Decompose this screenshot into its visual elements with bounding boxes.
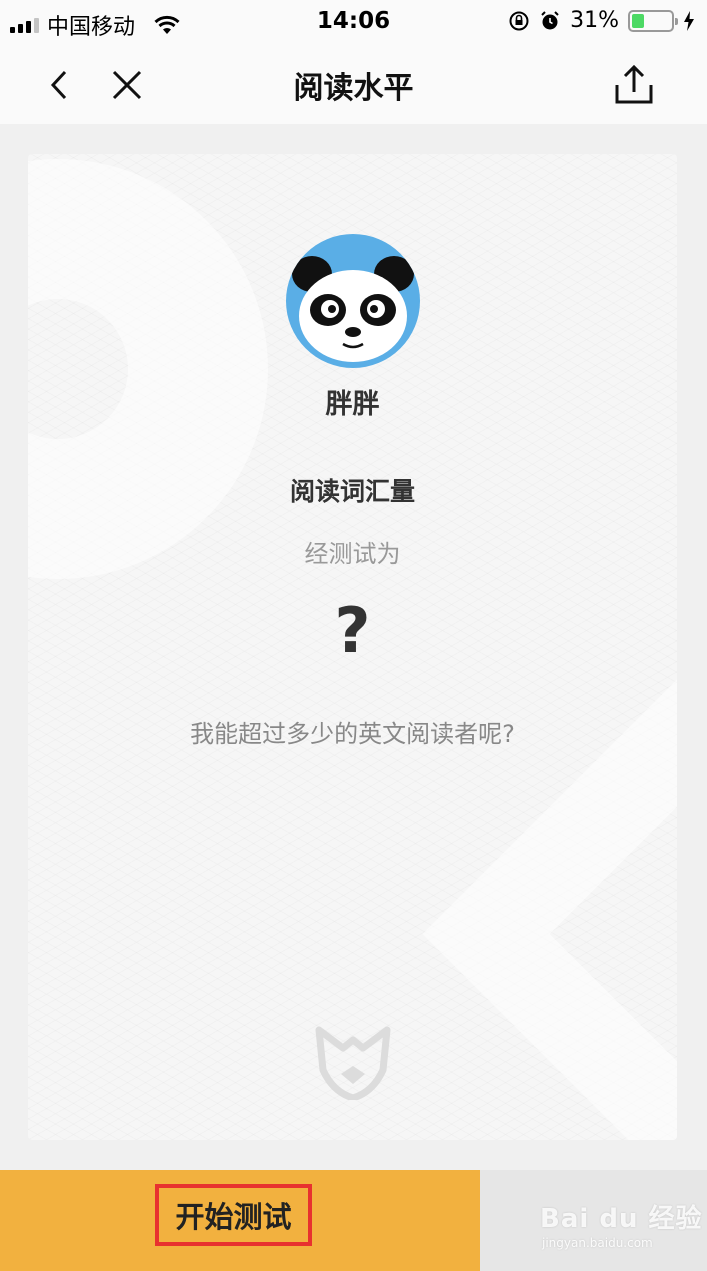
secondary-area: Bai du 经验 jingyan.baidu.com bbox=[480, 1170, 707, 1271]
battery-level-fill bbox=[632, 13, 644, 28]
share-button[interactable] bbox=[609, 60, 659, 110]
share-icon bbox=[615, 65, 653, 104]
panda-avatar bbox=[286, 234, 420, 368]
user-name: 胖胖 bbox=[325, 389, 380, 420]
status-bar: 中国移动 14:06 31% bbox=[0, 0, 707, 46]
orientation-lock-icon bbox=[509, 11, 529, 30]
alarm-icon bbox=[541, 10, 559, 29]
watermark-subtext: jingyan.baidu.com bbox=[542, 1236, 653, 1250]
vocab-question: 我能超过多少的英文阅读者呢? bbox=[190, 720, 515, 748]
decorative-circle bbox=[28, 159, 268, 579]
battery-icon bbox=[628, 9, 678, 32]
page-title: 阅读水平 bbox=[293, 71, 414, 106]
battery-percent: 31% bbox=[570, 8, 619, 33]
start-test-button[interactable]: 开始测试 bbox=[155, 1184, 312, 1246]
nav-bar: 阅读水平 bbox=[0, 46, 707, 124]
reading-level-card: 胖胖 阅读词汇量 经测试为 ? 我能超过多少的英文阅读者呢? bbox=[28, 154, 677, 1140]
fox-logo-icon bbox=[315, 1026, 391, 1100]
status-right: 31% bbox=[508, 8, 695, 33]
bottom-bar: 开始测试 Bai du 经验 jingyan.baidu.com bbox=[0, 1170, 707, 1271]
watermark-text: Bai du 经验 bbox=[540, 1204, 703, 1234]
charging-icon bbox=[684, 10, 694, 31]
vocab-value: ? bbox=[334, 594, 371, 667]
vocab-title: 阅读词汇量 bbox=[289, 477, 415, 506]
start-area[interactable]: 开始测试 bbox=[0, 1170, 480, 1271]
vocab-subtitle: 经测试为 bbox=[304, 540, 401, 568]
